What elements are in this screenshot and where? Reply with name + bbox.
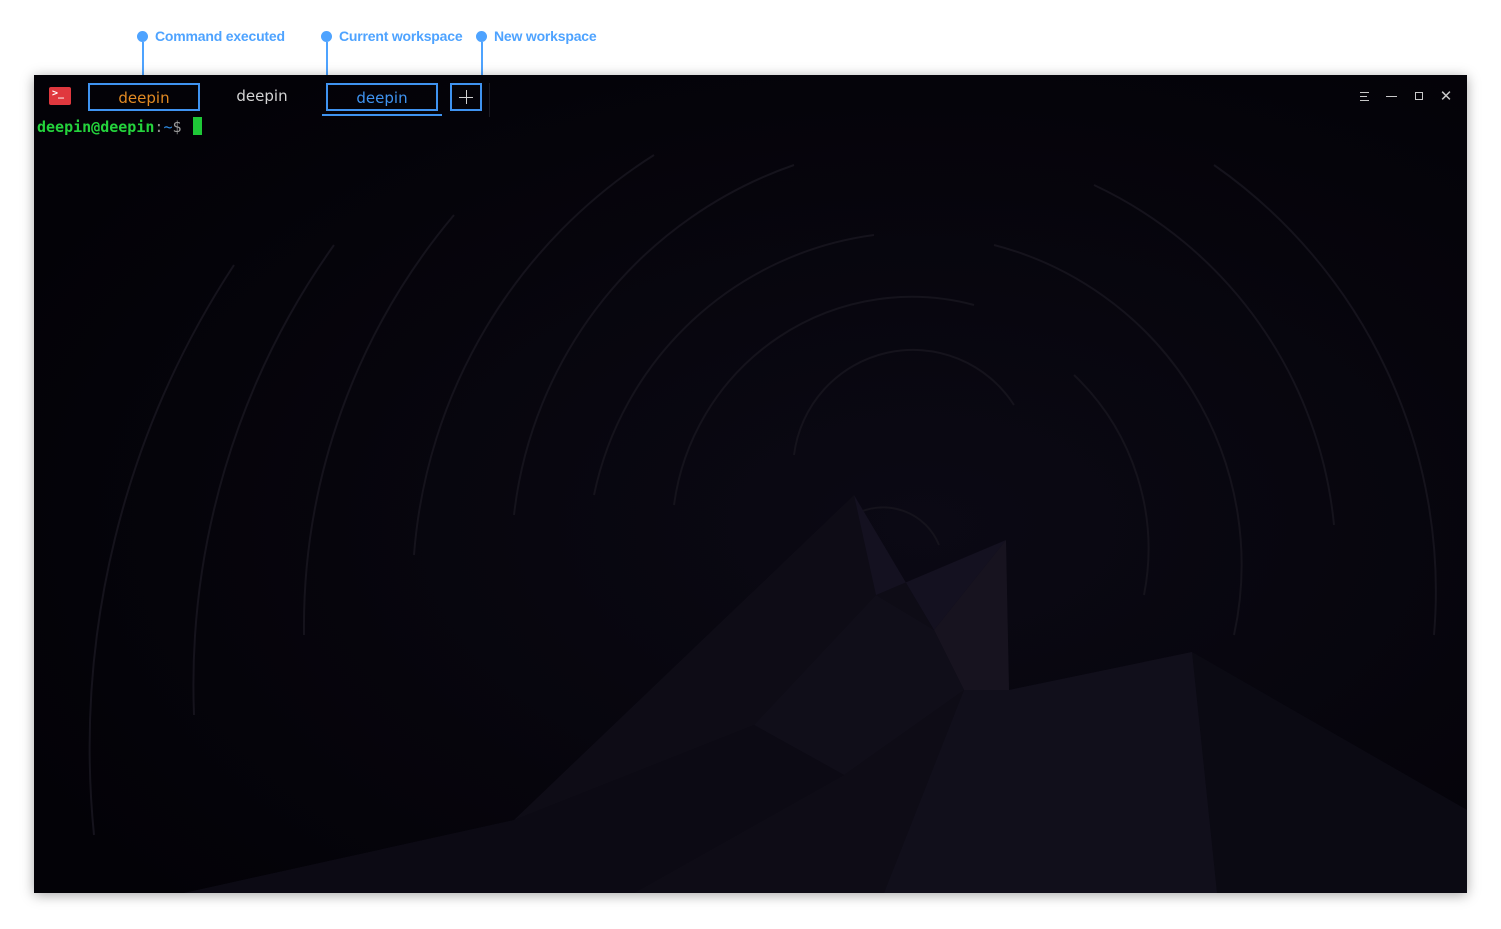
prompt-user: deepin@deepin: [37, 118, 155, 136]
add-workspace-button[interactable]: [450, 83, 482, 111]
active-tab-indicator: [322, 114, 442, 116]
prompt-sign: $: [172, 118, 182, 136]
callout-label: New workspace: [494, 28, 597, 44]
callout-dot: [137, 31, 148, 42]
title-bar[interactable]: >_ deepin deepin deepin ✕: [34, 75, 1467, 117]
callout-label: Current workspace: [339, 28, 463, 44]
menu-icon[interactable]: [1357, 88, 1373, 104]
tab-current-workspace[interactable]: deepin: [326, 83, 438, 111]
terminal-output[interactable]: deepin@deepin:~$: [37, 117, 202, 137]
callout-label: Command executed: [155, 28, 285, 44]
maximize-icon[interactable]: [1411, 88, 1427, 104]
terminal-window[interactable]: >_ deepin deepin deepin ✕ deepin@deepin:…: [34, 75, 1467, 893]
minimize-icon[interactable]: [1384, 88, 1400, 104]
terminal-app-icon: >_: [49, 87, 71, 105]
wallpaper-background: [34, 75, 1467, 893]
tab-workspace[interactable]: deepin: [208, 83, 316, 111]
text-cursor: [192, 117, 202, 135]
callout-dot: [476, 31, 487, 42]
tab-divider: [489, 83, 490, 117]
callout-dot: [321, 31, 332, 42]
close-icon[interactable]: ✕: [1438, 88, 1454, 104]
tab-command-executed[interactable]: deepin: [88, 83, 200, 111]
